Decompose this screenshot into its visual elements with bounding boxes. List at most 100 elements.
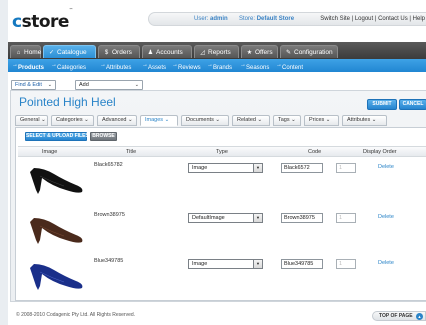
subnav-products[interactable]: → Products: [12, 62, 44, 71]
top-of-page-button[interactable]: TOP OF PAGE ▲: [372, 311, 426, 321]
tab-label: Attributes: [347, 117, 371, 123]
tab-attributes[interactable]: Attributes ⌄: [342, 115, 387, 126]
tab-documents[interactable]: Documents ⌄: [181, 115, 229, 126]
find-edit-select[interactable]: Find & Edit ⌄: [11, 80, 56, 90]
images-table-header: Image Title Type Code Display Order: [18, 146, 426, 157]
chevron-down-icon: ⌄: [47, 82, 52, 88]
tab-label: Related: [237, 117, 256, 123]
tab-related[interactable]: Related ⌄: [232, 115, 270, 126]
tab-label: Home: [24, 49, 42, 56]
subnav-assets[interactable]: → Assets: [142, 62, 166, 71]
tab-configuration[interactable]: ✎ Configuration: [280, 45, 338, 58]
row-title: Black65782: [94, 162, 123, 168]
product-tabs: General ⌄ Categories ⌄ Advanced ⌄ Images…: [15, 115, 425, 127]
subnav-label: Content: [282, 65, 304, 71]
col-title: Title: [126, 149, 137, 155]
subnav-seasons[interactable]: → Seasons: [240, 62, 269, 71]
tab-categories[interactable]: Categories ⌄: [51, 115, 94, 126]
subnav-reviews[interactable]: → Reviews: [172, 62, 201, 71]
chevron-down-icon: ⌄: [134, 82, 139, 88]
store-name: Default Store: [256, 16, 295, 22]
subnav-attributes[interactable]: → Attributes: [100, 62, 131, 71]
type-select[interactable]: DefaultImage ▼: [188, 213, 263, 223]
subnav-content[interactable]: → Content: [276, 62, 303, 71]
subnav-categories[interactable]: → Categories: [51, 62, 86, 71]
tab-label: Advanced: [102, 117, 127, 123]
submit-button[interactable]: SUBMIT: [367, 99, 397, 110]
row-title: Brown38975: [94, 212, 125, 218]
brown-heel-image: [30, 218, 83, 244]
tab-home[interactable]: ⌂ Home: [10, 45, 41, 58]
copyright: © 2008-2010 Codagenic Pty Ltd. All Right…: [16, 312, 136, 318]
tab-images[interactable]: Images ⌄: [140, 115, 178, 126]
delete-link[interactable]: Delete: [378, 260, 394, 266]
page: cstore™ User: admin Store: Default Store…: [8, 0, 426, 325]
user-name: admin: [210, 16, 228, 22]
subnav-label: Categories: [57, 65, 87, 71]
tab-label: Offers: [255, 49, 273, 56]
cancel-button[interactable]: CANCEL: [399, 99, 426, 110]
header-links[interactable]: Switch Site | Logout | Contact Us | Help: [320, 16, 425, 22]
subnav-label: Seasons: [246, 65, 270, 71]
tab-label: Reports: [208, 49, 231, 56]
product-title: Pointed High Heel: [19, 95, 116, 109]
tab-label: Images: [145, 117, 164, 123]
subnav-label: Products: [18, 65, 45, 71]
logo-main: store: [21, 12, 70, 32]
display-order-input[interactable]: 1: [336, 259, 356, 269]
type-select[interactable]: Image ▼: [188, 259, 263, 269]
browse-button[interactable]: BROWSE: [90, 132, 117, 141]
dropdown-arrow-icon: ▼: [253, 214, 262, 222]
select-upload-button[interactable]: SELECT & UPLOAD FILES: [25, 132, 89, 141]
tab-tags[interactable]: Tags ⌄: [273, 115, 301, 126]
col-display-order: Display Order: [363, 149, 397, 155]
subnav-label: Brands: [213, 65, 233, 71]
delete-link[interactable]: Delete: [378, 164, 394, 170]
sub-nav: → Products → Categories → Attributes → A…: [8, 59, 426, 72]
delete-link[interactable]: Delete: [378, 214, 394, 220]
header: cstore™ User: admin Store: Default Store…: [8, 0, 426, 38]
user-label: User:: [194, 16, 209, 22]
tab-orders[interactable]: $ Orders: [98, 45, 140, 58]
logo[interactable]: cstore™: [12, 7, 73, 32]
table-row: Brown38975 DefaultImage ▼ Brown38975 1 De…: [18, 208, 426, 256]
blue-heel-image: [30, 264, 83, 290]
tab-offers[interactable]: ★ Offers: [241, 45, 278, 58]
tab-advanced[interactable]: Advanced ⌄: [97, 115, 137, 126]
tab-label: Prices: [309, 117, 325, 123]
tab-reports[interactable]: ◿ Reports: [194, 45, 239, 58]
tab-label: Documents: [186, 117, 214, 123]
arrow-up-icon: ▲: [416, 313, 423, 320]
display-order-input[interactable]: 1: [336, 163, 356, 173]
add-select[interactable]: Add ⌄: [75, 80, 143, 90]
store-info: Store: Default Store: [239, 16, 294, 22]
type-value: Image: [192, 261, 208, 267]
tab-general[interactable]: General ⌄: [15, 115, 48, 126]
code-input[interactable]: Black6572: [281, 163, 323, 173]
top-of-page-label: TOP OF PAGE: [379, 313, 413, 319]
type-select[interactable]: Image ▼: [188, 163, 263, 173]
tab-prices[interactable]: Prices ⌄: [304, 115, 339, 126]
images-content: SELECT & UPLOAD FILES BROWSE Image Title…: [15, 127, 426, 301]
code-input[interactable]: Brown38975: [281, 213, 323, 223]
type-value: Image: [192, 165, 208, 171]
subnav-brands[interactable]: → Brands: [207, 62, 232, 71]
display-order-input[interactable]: 1: [336, 213, 356, 223]
store-label: Store:: [239, 16, 256, 22]
dropdown-arrow-icon: ▼: [253, 164, 262, 172]
product-panel: Pointed High Heel SUBMIT CANCEL General …: [10, 90, 426, 302]
tab-label: Accounts: [156, 49, 183, 56]
logo-prefix: c: [12, 12, 22, 32]
col-type: Type: [216, 149, 228, 155]
tab-accounts[interactable]: ♟ Accounts: [142, 45, 192, 58]
tab-label: General: [20, 117, 40, 123]
table-row: Black65782 Image ▼ Black6572 1 Delete: [18, 158, 426, 206]
type-value: DefaultImage: [192, 215, 225, 221]
user-bar: User: admin Store: Default Store Switch …: [148, 12, 426, 26]
code-input[interactable]: Blue349785: [281, 259, 323, 269]
tab-label: Configuration: [294, 49, 333, 56]
tab-label: Catalogue: [57, 49, 87, 56]
tab-catalogue[interactable]: ✓ Catalogue: [43, 45, 96, 58]
tab-label: Categories: [56, 117, 83, 123]
col-code: Code: [308, 149, 322, 155]
